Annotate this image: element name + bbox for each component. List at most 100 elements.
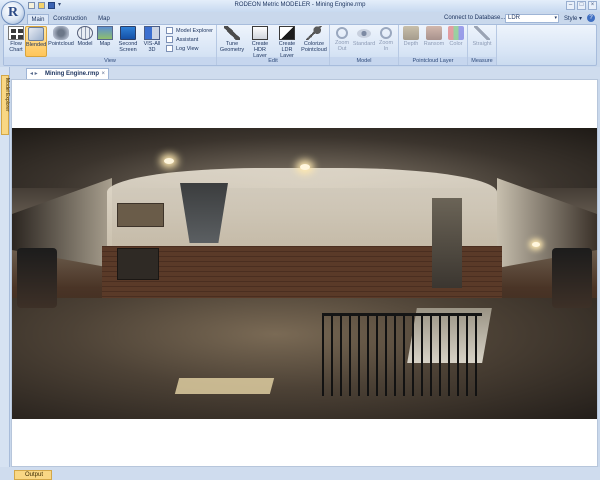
close-window-icon[interactable]: ×: [588, 1, 597, 10]
vis-all-3d-button[interactable]: VIS-All 3D: [141, 26, 163, 57]
style-menu[interactable]: Style ▾: [564, 15, 582, 22]
tune-geometry-label: Tune Geometry: [219, 41, 245, 53]
ribbon-group-model: Zoom Out Standard Zoom In Model: [330, 25, 399, 65]
second-screen-button[interactable]: Second Screen: [117, 26, 139, 57]
ribbon-group-edit: Tune Geometry Create HDR Layer Create LD…: [217, 25, 330, 65]
panorama-image[interactable]: [12, 128, 597, 419]
help-icon[interactable]: ?: [587, 14, 595, 22]
colorize-icon: [306, 26, 322, 40]
pointcloud-icon: [53, 26, 69, 40]
panorama-notice-board: [117, 203, 164, 227]
group-label-edit: Edit: [217, 57, 329, 65]
tune-icon: [224, 26, 240, 40]
maximize-icon[interactable]: □: [577, 1, 586, 10]
tab-main[interactable]: Main: [27, 14, 49, 24]
log-view-label: Log View: [176, 46, 199, 52]
ldr-layer-icon: [279, 26, 295, 40]
vis-3d-icon: [144, 26, 160, 40]
group-label-view: View: [4, 57, 216, 65]
application-menu-button[interactable]: R: [1, 1, 25, 25]
map-icon: [97, 26, 113, 40]
tab-construction[interactable]: Construction: [52, 14, 88, 24]
straight-measure-button[interactable]: Straight: [470, 26, 494, 57]
mode-select-value: LDR: [508, 15, 521, 21]
model-explorer-label: Model Explorer: [176, 28, 213, 34]
panorama-floor: [12, 298, 597, 419]
mode-select[interactable]: LDR ▾: [505, 14, 559, 23]
color-button[interactable]: Color: [447, 26, 465, 57]
bottom-panel-bar: Output: [0, 467, 600, 480]
ribbon-tabs: Main Construction Map Connect to Databas…: [0, 12, 600, 24]
depth-icon: [403, 26, 419, 40]
output-tab[interactable]: Output: [14, 470, 52, 480]
blended-button[interactable]: Blended: [25, 26, 47, 57]
document-tab-strip: ◂ ▸ Mining Engine.rmp ×: [10, 67, 600, 79]
window-title: RODEON Metric MODELER - Mining Engine.rm…: [234, 2, 366, 8]
zoom-in-button[interactable]: Zoom In: [376, 26, 396, 57]
globe-icon: [77, 26, 93, 40]
standard-view-button[interactable]: Standard: [352, 26, 376, 57]
ransom-button[interactable]: Ransom: [422, 26, 446, 57]
zoom-out-label: Zoom Out: [334, 40, 350, 52]
panorama-wall-panel: [432, 198, 462, 288]
zoom-in-icon: [380, 27, 392, 39]
checkbox-box: [166, 36, 173, 44]
checkbox-box: [166, 27, 173, 35]
log-view-checkbox[interactable]: Log View: [166, 45, 199, 53]
create-hdr-layer-button[interactable]: Create HDR Layer: [247, 26, 273, 59]
zoom-in-label: Zoom In: [378, 40, 394, 52]
document-viewport[interactable]: [11, 79, 598, 467]
monitor-icon: [120, 26, 136, 40]
straight-measure-label: Straight: [472, 41, 492, 47]
title-bar: ▾ RODEON Metric MODELER - Mining Engine.…: [0, 0, 600, 12]
model-explorer-side-tab-label: Model Explorer: [4, 78, 10, 112]
document-tab-label: Mining Engine.rmp: [45, 71, 99, 77]
ribbon: Flow Chart Blended Pointcloud Model Map …: [3, 24, 597, 66]
model-explorer-side-tab[interactable]: Model Explorer: [1, 75, 10, 135]
tune-geometry-button[interactable]: Tune Geometry: [219, 26, 245, 57]
document-tab[interactable]: ◂ ▸ Mining Engine.rmp ×: [26, 68, 109, 79]
model-button[interactable]: Model: [75, 26, 95, 57]
color-label: Color: [449, 41, 463, 47]
colorize-pointcloud-button[interactable]: Colorize Pointcloud: [300, 26, 328, 57]
model-explorer-checkbox[interactable]: Model Explorer: [166, 27, 213, 35]
chevron-down-icon: ▾: [554, 15, 557, 21]
straight-ruler-icon: [474, 26, 490, 40]
hdr-layer-icon: [252, 26, 268, 40]
tab-map[interactable]: Map: [94, 14, 114, 24]
flow-chart-label: Flow Chart: [9, 41, 23, 53]
colorize-pointcloud-label: Colorize Pointcloud: [301, 41, 327, 53]
blended-label: Blended: [26, 42, 47, 48]
style-menu-label: Style: [564, 16, 578, 22]
document-nav-icon[interactable]: ◂ ▸: [30, 69, 38, 79]
close-document-icon[interactable]: ×: [101, 69, 105, 79]
pointcloud-label: Pointcloud: [48, 41, 74, 47]
depth-label: Depth: [403, 41, 419, 47]
zoom-out-button[interactable]: Zoom Out: [332, 26, 352, 57]
ribbon-group-view: Flow Chart Blended Pointcloud Model Map …: [4, 25, 217, 65]
flow-chart-button[interactable]: Flow Chart: [6, 26, 26, 57]
color-icon: [448, 26, 464, 40]
minimize-icon[interactable]: –: [566, 1, 575, 10]
pointcloud-button[interactable]: Pointcloud: [48, 26, 74, 57]
ransom-label: Ransom: [423, 41, 445, 47]
panorama-lamp: [532, 242, 540, 247]
map-button[interactable]: Map: [96, 26, 114, 57]
ribbon-group-pointcloud-layer: Depth Ransom Color Pointcloud Layer: [399, 25, 468, 65]
assistant-checkbox[interactable]: Assistant: [166, 36, 198, 44]
panorama-floor-light: [174, 378, 275, 394]
window-controls: – □ ×: [566, 1, 597, 10]
depth-button[interactable]: Depth: [401, 26, 421, 57]
model-label: Model: [77, 41, 93, 47]
group-label-measure: Measure: [468, 57, 496, 65]
panorama-lamp: [300, 164, 310, 170]
ribbon-group-measure: Straight Measure: [468, 25, 497, 65]
group-label-pointcloud-layer: Pointcloud Layer: [399, 57, 467, 65]
create-ldr-layer-button[interactable]: Create LDR Layer: [274, 26, 300, 59]
connect-database-link[interactable]: Connect to Database...: [444, 15, 505, 21]
side-panel: Model Explorer: [0, 67, 10, 467]
standard-view-label: Standard: [352, 41, 376, 47]
vis-all-3d-label: VIS-All 3D: [143, 41, 161, 53]
assistant-label: Assistant: [176, 37, 199, 43]
zoom-out-icon: [336, 27, 348, 39]
